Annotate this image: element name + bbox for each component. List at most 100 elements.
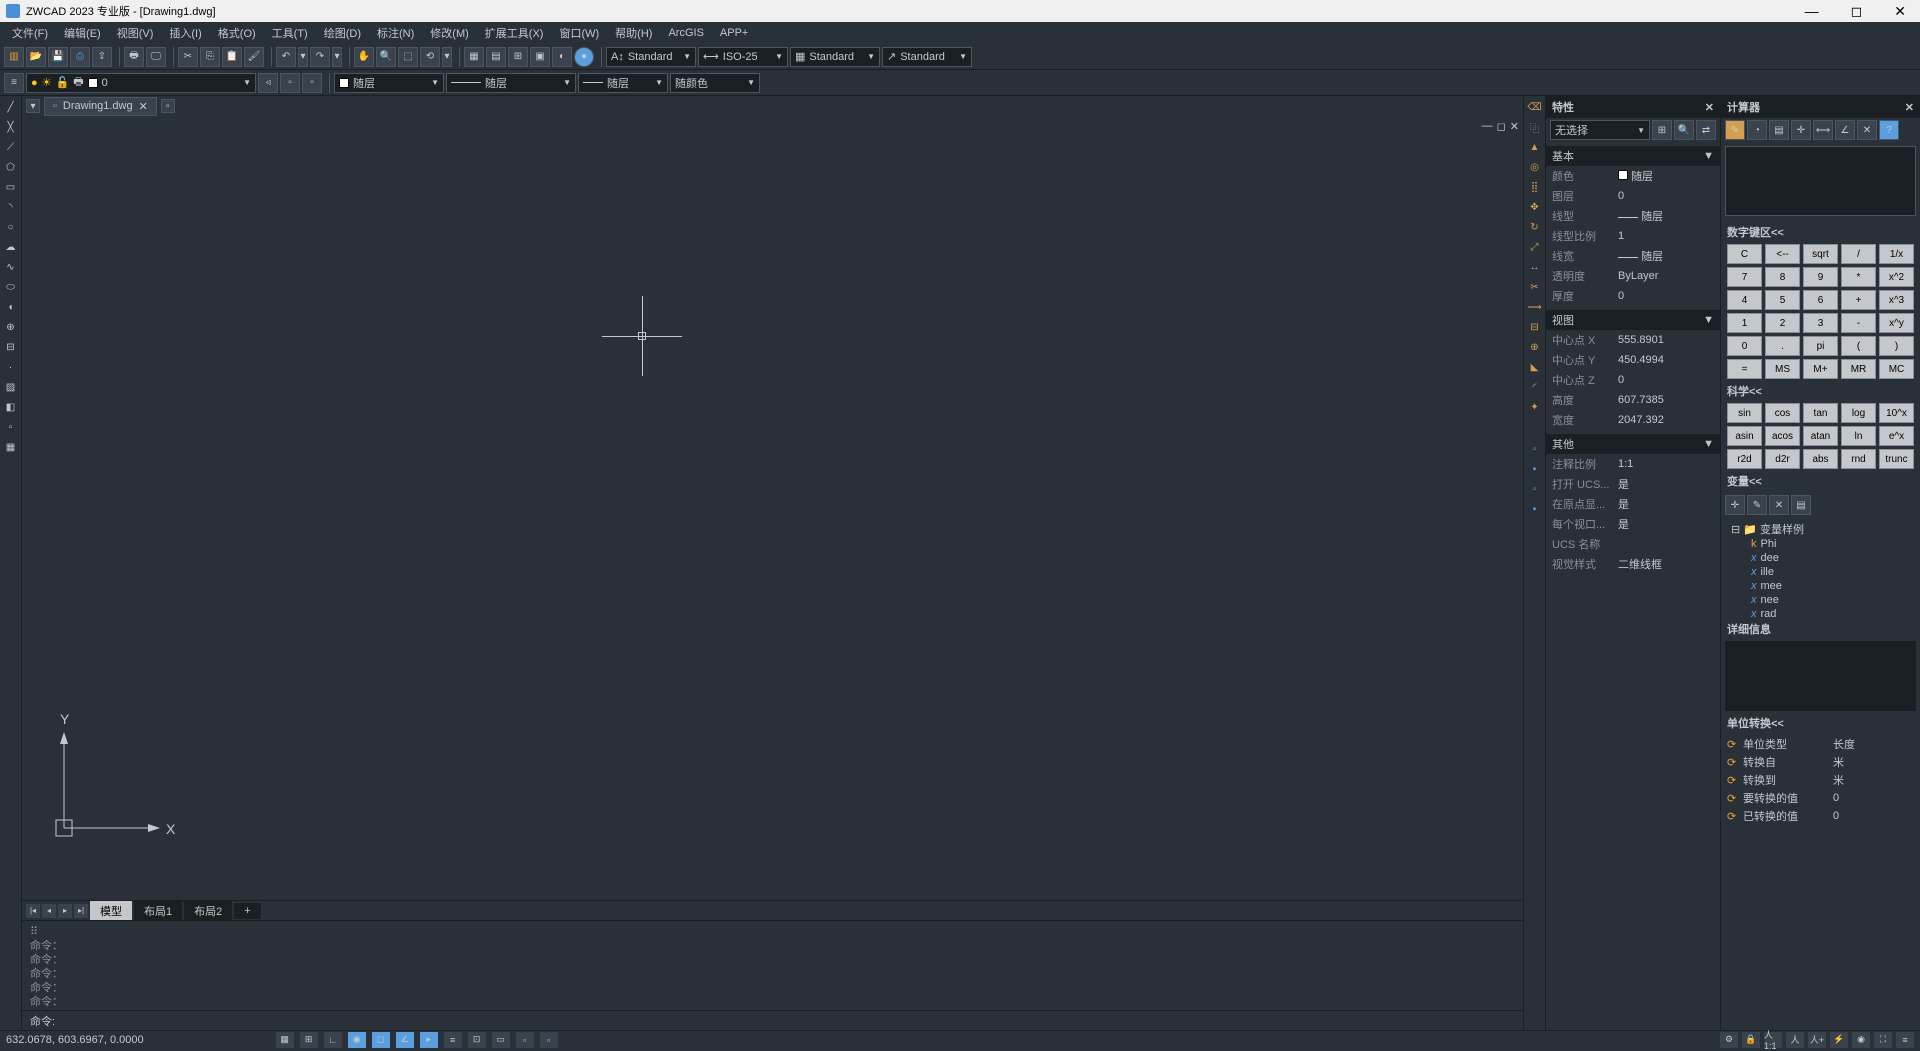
var-item[interactable]: xrad: [1727, 607, 1914, 617]
prop-height-value[interactable]: 607.7385: [1614, 394, 1720, 406]
key-6[interactable]: 6: [1803, 290, 1838, 310]
designcenter-button[interactable]: ▣: [530, 47, 550, 67]
menu-draw[interactable]: 绘图(D): [316, 25, 369, 41]
polyline-icon[interactable]: ⟋: [2, 138, 20, 156]
key-7[interactable]: 7: [1727, 267, 1762, 287]
menu-view[interactable]: 视图(V): [109, 25, 162, 41]
prop-cx-value[interactable]: 555.8901: [1614, 334, 1720, 346]
key-atan[interactable]: atan: [1803, 426, 1838, 446]
new-tab-button[interactable]: ▫: [161, 99, 175, 113]
prop-origin-value[interactable]: 是: [1614, 496, 1720, 512]
unit-result-value[interactable]: 0: [1833, 810, 1839, 822]
mirror-icon[interactable]: ▲: [1526, 138, 1544, 156]
undo-button[interactable]: ↶: [276, 47, 296, 67]
selectobj-icon[interactable]: 🔍: [1674, 120, 1694, 140]
var-header[interactable]: 变量<<: [1721, 469, 1920, 493]
quickselect-icon[interactable]: ⊞: [1652, 120, 1672, 140]
table-style-dropdown[interactable]: ▦Standard▼: [790, 47, 880, 67]
ellipsearc-icon[interactable]: ◖: [2, 298, 20, 316]
isolate-button[interactable]: ◉: [1852, 1032, 1870, 1048]
fullscreen-button[interactable]: ⛶: [1874, 1032, 1892, 1048]
var-item[interactable]: xmee: [1727, 579, 1914, 593]
viewport-close-icon[interactable]: ✕: [1510, 120, 1519, 133]
cut-button[interactable]: ✂: [178, 47, 198, 67]
text-style-dropdown[interactable]: A↕Standard▼: [606, 47, 696, 67]
key-c[interactable]: C: [1727, 244, 1762, 264]
pan-button[interactable]: ✋: [354, 47, 374, 67]
zoom-window-button[interactable]: ⬚: [398, 47, 418, 67]
prop-ltype-value[interactable]: 随层: [1614, 208, 1720, 224]
model-tab[interactable]: 模型: [90, 901, 132, 921]
var-delete-icon[interactable]: ✕: [1769, 495, 1789, 515]
transparency-toggle[interactable]: ▫: [540, 1032, 558, 1048]
viewport-minimize-icon[interactable]: —: [1482, 120, 1493, 133]
otrack-toggle[interactable]: ∠: [396, 1032, 414, 1048]
point-icon[interactable]: ·: [2, 358, 20, 376]
osnap-toggle[interactable]: ◻: [372, 1032, 390, 1048]
calc-dist-icon[interactable]: ⟷: [1813, 120, 1833, 140]
extend-icon[interactable]: ⟶: [1526, 298, 1544, 316]
var-item[interactable]: xdee: [1727, 551, 1914, 565]
dim-style-dropdown[interactable]: ⟷ISO-25▼: [698, 47, 788, 67]
grid-toggle[interactable]: ▦: [276, 1032, 294, 1048]
polygon-icon[interactable]: ⬠: [2, 158, 20, 176]
menu-insert[interactable]: 插入(I): [161, 25, 209, 41]
explode-icon[interactable]: ✦: [1526, 398, 1544, 416]
lwt-toggle[interactable]: ≡: [444, 1032, 462, 1048]
var-item[interactable]: xille: [1727, 565, 1914, 579]
calc-clear-icon[interactable]: ✎: [1725, 120, 1745, 140]
variable-tree[interactable]: ⊟ 📁 变量样例 kPhi xdee xille xmee xnee xrad: [1721, 517, 1920, 617]
key-pi[interactable]: pi: [1803, 336, 1838, 356]
key-10x[interactable]: 10^x: [1879, 403, 1914, 423]
save-button[interactable]: 💾: [48, 47, 68, 67]
erase-icon[interactable]: ⌫: [1526, 98, 1544, 116]
table-icon[interactable]: ▦: [2, 438, 20, 456]
prop-lweight-value[interactable]: 随层: [1614, 248, 1720, 264]
drawing-canvas[interactable]: — ◻ ✕ Y X: [22, 116, 1523, 900]
zoom-button[interactable]: 🔍: [376, 47, 396, 67]
var-edit-icon[interactable]: ✎: [1747, 495, 1767, 515]
layer-dropdown[interactable]: ● ☀ 🔓 🖶 0 ▼: [26, 73, 256, 93]
viewport-button[interactable]: ▦: [464, 47, 484, 67]
snap-toggle[interactable]: ⊞: [300, 1032, 318, 1048]
join-icon[interactable]: ⊕: [1526, 338, 1544, 356]
workspace-button[interactable]: ⚙: [1720, 1032, 1738, 1048]
basic-section-header[interactable]: 基本▼: [1546, 146, 1720, 166]
key-d2r[interactable]: d2r: [1765, 449, 1800, 469]
viewport-maximize-icon[interactable]: ◻: [1497, 120, 1506, 133]
key-cube[interactable]: x^3: [1879, 290, 1914, 310]
arc-icon[interactable]: ◝: [2, 198, 20, 216]
layout1-tab[interactable]: 布局1: [134, 901, 182, 921]
command-input[interactable]: [61, 1015, 1515, 1027]
properties-close-icon[interactable]: ✕: [1705, 101, 1714, 114]
copy-obj-icon[interactable]: ⿻: [1526, 118, 1544, 136]
key-r2d[interactable]: r2d: [1727, 449, 1762, 469]
revcloud-icon[interactable]: ☁: [2, 238, 20, 256]
prop-ucson-value[interactable]: 是: [1614, 476, 1720, 492]
share-button[interactable]: ⇪: [92, 47, 112, 67]
unit-header[interactable]: 单位转换<<: [1721, 711, 1920, 735]
calc-intersect-icon[interactable]: ✕: [1857, 120, 1877, 140]
move-icon[interactable]: ✥: [1526, 198, 1544, 216]
gradient-icon[interactable]: ◧: [2, 398, 20, 416]
document-tab[interactable]: ▫ Drawing1.dwg ✕: [44, 97, 157, 116]
annoscale-button[interactable]: 人 1:1: [1764, 1032, 1782, 1048]
dyn-toggle[interactable]: ▸: [420, 1032, 438, 1048]
tab-next-button[interactable]: ▸: [58, 904, 72, 918]
unit-to-value[interactable]: 米: [1833, 772, 1844, 788]
saveas-button[interactable]: ⎙: [70, 47, 90, 67]
key-back[interactable]: <--: [1765, 244, 1800, 264]
prop-cy-value[interactable]: 450.4994: [1614, 354, 1720, 366]
prop-layer-value[interactable]: 0: [1614, 190, 1720, 202]
annovisible-button[interactable]: 人: [1786, 1032, 1804, 1048]
calc-getpoint-icon[interactable]: ✛: [1791, 120, 1811, 140]
calculator-close-icon[interactable]: ✕: [1905, 101, 1914, 114]
key-eq[interactable]: =: [1727, 359, 1762, 379]
fillet-icon[interactable]: ◜: [1526, 378, 1544, 396]
cmd-handle-icon[interactable]: ⠿: [30, 925, 1515, 939]
tab-last-button[interactable]: ▸|: [74, 904, 88, 918]
layout2-tab[interactable]: 布局2: [184, 901, 232, 921]
prop-vp-value[interactable]: 是: [1614, 516, 1720, 532]
other-section-header[interactable]: 其他▼: [1546, 434, 1720, 454]
line-icon[interactable]: ╱: [2, 98, 20, 116]
